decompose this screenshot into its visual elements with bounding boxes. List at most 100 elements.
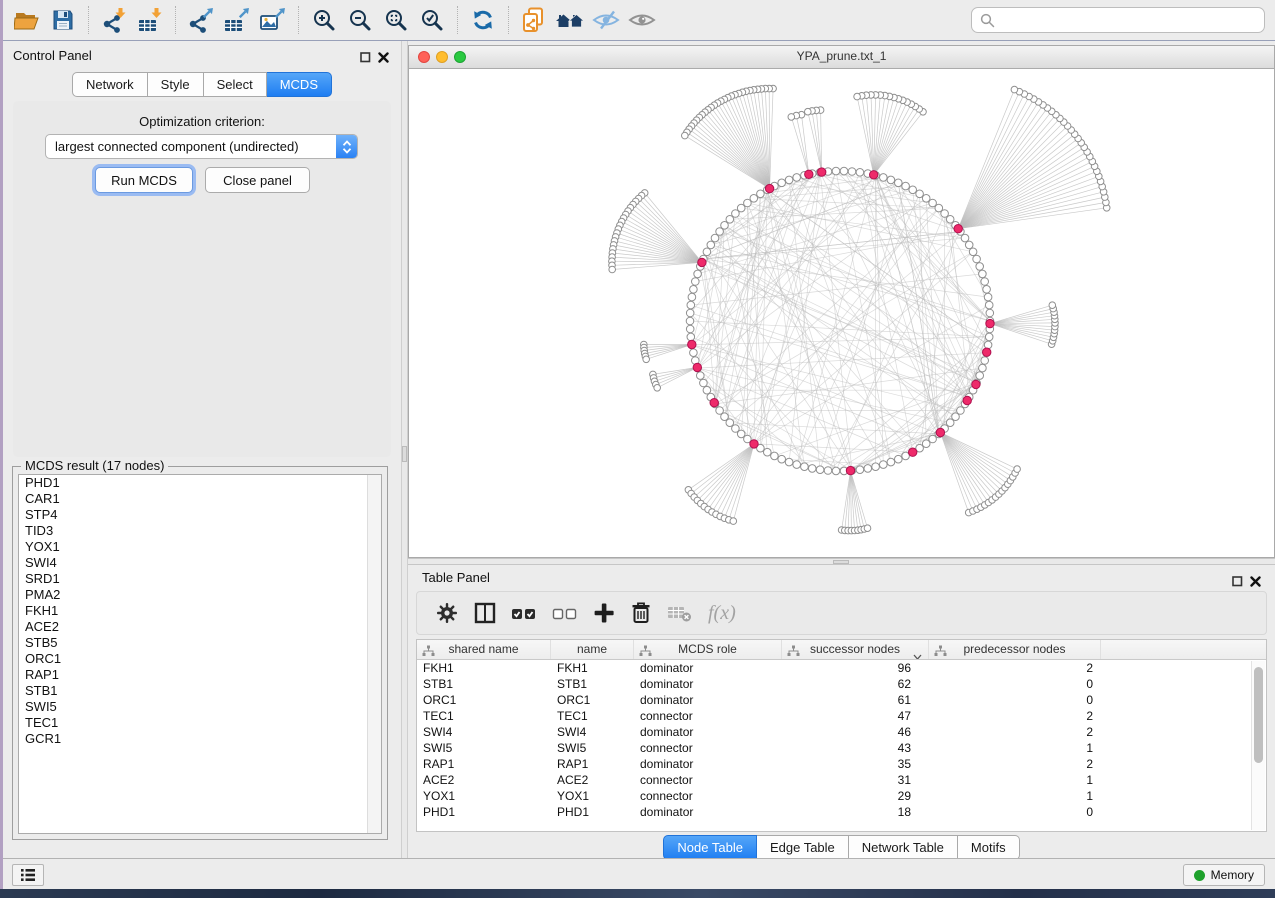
run-mcds-button[interactable]: Run MCDS [95,167,193,193]
mcds-result-item[interactable]: PMA2 [19,587,381,603]
mcds-result-list[interactable]: PHD1CAR1STP4TID3YOX1SWI4SRD1PMA2FKH1ACE2… [18,474,382,834]
column-header-mcds-role[interactable]: MCDS role [634,640,782,659]
zoom-in-button[interactable] [306,4,342,36]
table-row[interactable]: ORC1ORC1dominator610 [417,692,1266,708]
table-row[interactable]: SWI5SWI5connector431 [417,740,1266,756]
delete-column-icon [630,601,652,625]
table-row[interactable]: RAP1RAP1dominator352 [417,756,1266,772]
tab-edge-table[interactable]: Edge Table [757,835,849,860]
table-row[interactable]: TEC1TEC1connector472 [417,708,1266,724]
float-table-panel-button[interactable] [1232,574,1243,592]
tab-mcds[interactable]: MCDS [267,72,332,97]
tab-node-table[interactable]: Node Table [663,835,757,860]
table-row[interactable]: SWI4SWI4dominator462 [417,724,1266,740]
export-image-button[interactable] [255,4,291,36]
table-row[interactable]: STB1STB1dominator620 [417,676,1266,692]
status-bar: Memory [3,858,1275,889]
deselect-all-columns-button[interactable] [552,601,578,625]
table-row[interactable]: ACE2ACE2connector311 [417,772,1266,788]
cell-successor-nodes: 29 [782,788,929,804]
show-panel-list-button[interactable] [12,864,44,886]
mcds-result-item[interactable]: ORC1 [19,651,381,667]
mcds-result-item[interactable]: STB5 [19,635,381,651]
table-settings-button[interactable] [435,601,459,625]
network-window-titlebar[interactable]: YPA_prune.txt_1 [409,46,1274,69]
column-header-shared-name[interactable]: shared name [417,640,551,659]
import-table-button[interactable] [132,4,168,36]
select-stepper[interactable] [336,135,357,158]
mcds-result-item[interactable]: SWI4 [19,555,381,571]
tab-network[interactable]: Network [72,72,148,97]
cell-filler [1101,708,1266,724]
mcds-result-item[interactable]: SRD1 [19,571,381,587]
mcds-result-item[interactable]: CAR1 [19,491,381,507]
zoom-fit-button[interactable] [378,4,414,36]
zoom-selected-button[interactable] [414,4,450,36]
node-table: shared name name MCDS role successor nod… [416,639,1267,832]
search-box[interactable] [971,7,1265,33]
vertical-splitter[interactable] [401,41,408,858]
horizontal-splitter[interactable] [408,558,1275,565]
open-file-button[interactable] [9,4,45,36]
optimization-criterion-select[interactable]: largest connected component (undirected) [45,134,358,159]
cell-filler [1101,660,1266,676]
import-network-button[interactable] [96,4,132,36]
close-panel-action-button[interactable]: Close panel [205,167,310,193]
first-neighbors-button[interactable] [552,4,588,36]
mcds-result-item[interactable]: YOX1 [19,539,381,555]
splitter-handle[interactable] [402,446,407,462]
mcds-list-scrollbar[interactable] [367,475,381,833]
add-column-button[interactable] [593,601,615,625]
close-table-panel-button[interactable] [1250,574,1261,592]
cell-predecessor-nodes: 1 [929,788,1101,804]
tab-style[interactable]: Style [148,72,204,97]
mcds-result-item[interactable]: GCR1 [19,731,381,747]
save-session-button[interactable] [45,4,81,36]
mcds-result-item[interactable]: FKH1 [19,603,381,619]
duplicate-network-button[interactable] [516,4,552,36]
cell-name: TEC1 [551,708,634,724]
mcds-result-item[interactable]: RAP1 [19,667,381,683]
cell-mcds-role: connector [634,772,782,788]
tab-network-table[interactable]: Network Table [849,835,958,860]
scrollbar-thumb[interactable] [1254,667,1263,763]
save-icon [51,8,75,32]
mcds-result-item[interactable]: STP4 [19,507,381,523]
column-header-predecessor-nodes[interactable]: predecessor nodes [929,640,1101,659]
show-columns-button[interactable] [474,601,496,625]
mcds-result-item[interactable]: STB1 [19,683,381,699]
mcds-result-item[interactable]: TEC1 [19,715,381,731]
column-header-name[interactable]: name [551,640,634,659]
mcds-result-item[interactable]: TID3 [19,523,381,539]
table-row[interactable]: PHD1PHD1dominator180 [417,804,1266,820]
hierarchy-icon [422,644,435,659]
delete-column-button[interactable] [630,601,652,625]
hide-selected-button[interactable] [588,4,624,36]
export-table-button[interactable] [219,4,255,36]
refresh-layout-button[interactable] [465,4,501,36]
mcds-result-item[interactable]: ACE2 [19,619,381,635]
close-panel-button[interactable] [378,50,389,68]
add-column-icon [593,601,615,625]
select-all-columns-button[interactable] [511,601,537,625]
chevron-down-icon[interactable] [913,647,922,659]
mcds-result-item[interactable]: PHD1 [19,475,381,491]
table-scrollbar[interactable] [1251,661,1265,830]
cell-successor-nodes: 31 [782,772,929,788]
zoom-out-button[interactable] [342,4,378,36]
splitter-handle[interactable] [833,560,849,564]
search-input[interactable] [999,9,1264,31]
export-network-button[interactable] [183,4,219,36]
tab-motifs[interactable]: Motifs [958,835,1020,860]
show-all-button[interactable] [624,4,660,36]
mcds-result-item[interactable]: SWI5 [19,699,381,715]
network-canvas[interactable] [409,68,1274,557]
table-row[interactable]: YOX1YOX1connector291 [417,788,1266,804]
table-row[interactable]: FKH1FKH1dominator962 [417,660,1266,676]
column-header-successor-nodes[interactable]: successor nodes [782,640,929,659]
memory-button[interactable]: Memory [1183,864,1265,886]
cell-name: ACE2 [551,772,634,788]
tab-select[interactable]: Select [204,72,267,97]
cell-successor-nodes: 61 [782,692,929,708]
float-panel-button[interactable] [360,50,371,68]
